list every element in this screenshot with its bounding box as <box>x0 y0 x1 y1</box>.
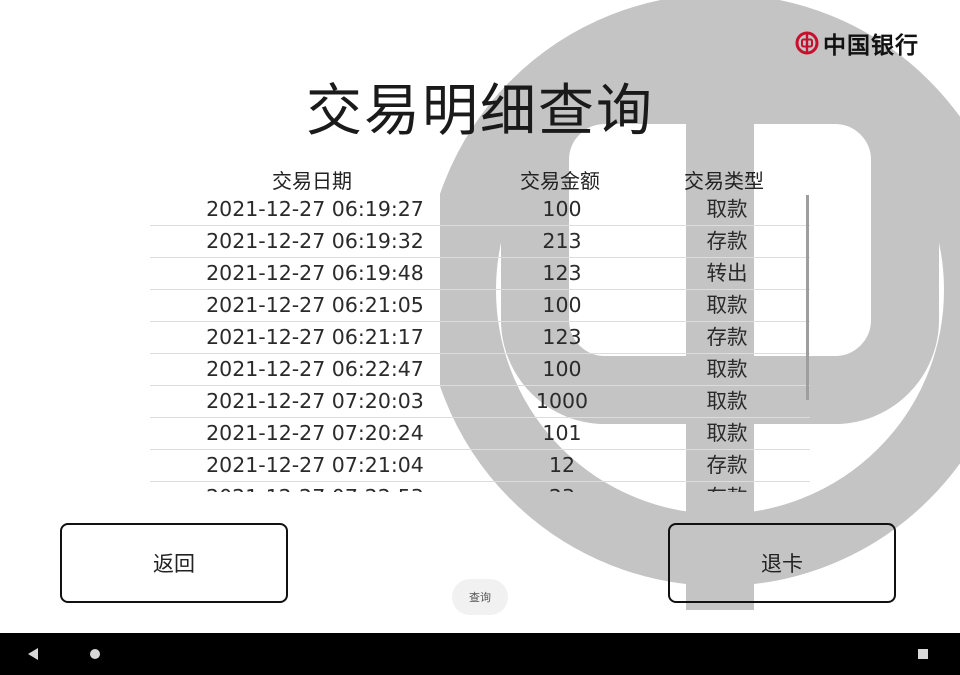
cell-date: 2021-12-27 07:21:04 <box>206 453 424 477</box>
cell-amount: 123 <box>542 261 582 285</box>
table-row: 2021-12-27 06:19:48 123 转出 <box>150 258 810 290</box>
cell-amount: 100 <box>542 357 582 381</box>
back-button[interactable]: 返回 <box>60 523 288 603</box>
query-button[interactable]: 查询 <box>452 579 508 615</box>
cell-type: 存款 <box>706 453 748 477</box>
cell-date: 2021-12-27 06:21:05 <box>206 293 424 317</box>
cell-type: 转出 <box>706 261 748 285</box>
table-row: 2021-12-27 06:21:05 100 取款 <box>150 290 810 322</box>
cell-type: 取款 <box>706 357 748 381</box>
cell-date: 2021-12-27 06:19:27 <box>206 197 424 221</box>
system-nav-bar <box>0 633 960 675</box>
cell-type: 存款 <box>706 325 748 349</box>
column-header-date: 交易日期 <box>272 169 352 193</box>
cell-type: 取款 <box>706 293 748 317</box>
cell-amount: 213 <box>542 229 582 253</box>
cell-date: 2021-12-27 07:22:53 <box>150 482 480 492</box>
table-row: 2021-12-27 07:20:03 1000 取款 <box>150 386 810 418</box>
table-row: 2021-12-27 06:21:17 123 存款 <box>150 322 810 354</box>
column-header-amount: 交易金额 <box>520 169 600 193</box>
transaction-list[interactable]: 2021-12-27 06:19:27 100 取款 2021-12-27 06… <box>150 194 810 492</box>
table-row: 2021-12-27 06:19:32 213 存款 <box>150 226 810 258</box>
cell-amount: 101 <box>542 421 582 445</box>
bank-logo-icon <box>795 31 819 55</box>
bank-logo: 中国银行 <box>795 26 919 60</box>
circle-home-icon[interactable] <box>90 649 100 659</box>
cell-date: 2021-12-27 06:22:47 <box>206 357 424 381</box>
cell-type: 存款 <box>706 229 748 253</box>
cell-date: 2021-12-27 07:20:24 <box>206 421 424 445</box>
bank-logo-text: 中国银行 <box>823 32 919 59</box>
cell-amount: 12 <box>548 453 576 477</box>
table-row: 2021-12-27 07:20:24 101 取款 <box>150 418 810 450</box>
cell-date: 2021-12-27 06:19:32 <box>206 229 424 253</box>
list-scrollbar[interactable] <box>806 195 809 400</box>
cell-date: 2021-12-27 06:21:17 <box>206 325 424 349</box>
table-row: 2021-12-27 06:19:27 100 取款 <box>150 194 810 226</box>
cell-type: 取款 <box>706 197 748 221</box>
square-recent-icon[interactable] <box>918 649 928 659</box>
exit-card-button[interactable]: 退卡 <box>668 523 896 603</box>
cell-amount: 100 <box>542 293 582 317</box>
cell-amount: 100 <box>542 197 582 221</box>
cell-date: 2021-12-27 06:19:48 <box>206 261 424 285</box>
column-header-type: 交易类型 <box>684 169 764 193</box>
app-screen: 中国银行 交易明细查询 交易日期 交易金额 交易类型 2021-12-27 06… <box>0 0 960 633</box>
triangle-back-icon[interactable] <box>28 648 38 660</box>
cell-type: 存款 <box>677 482 777 492</box>
cell-amount: 23 <box>512 482 612 492</box>
cell-amount: 123 <box>542 325 582 349</box>
table-row: 2021-12-27 07:22:53 23 存款 <box>150 482 810 492</box>
cell-amount: 1000 <box>535 389 589 413</box>
table-row: 2021-12-27 07:21:04 12 存款 <box>150 450 810 482</box>
table-row: 2021-12-27 06:22:47 100 取款 <box>150 354 810 386</box>
cell-type: 取款 <box>706 421 748 445</box>
cell-type: 取款 <box>706 389 748 413</box>
page-title: 交易明细查询 <box>306 79 654 144</box>
cell-date: 2021-12-27 07:20:03 <box>206 389 424 413</box>
